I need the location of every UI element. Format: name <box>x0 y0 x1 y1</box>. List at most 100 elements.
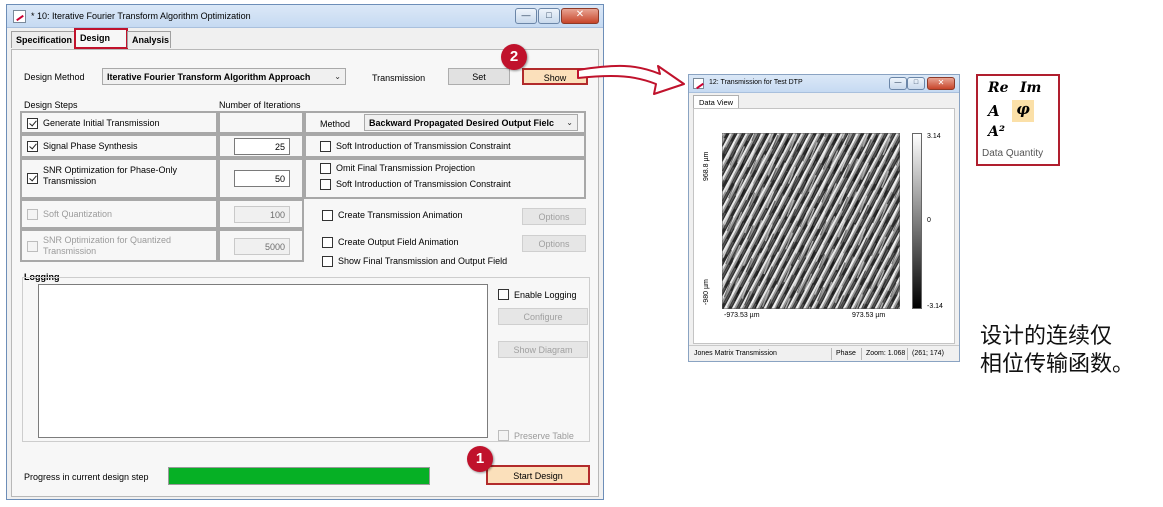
imag-part-button[interactable]: Im <box>1020 80 1041 96</box>
step-badge-1: 1 <box>467 446 493 472</box>
omit-final-checkbox[interactable] <box>320 163 331 174</box>
status-zoom: Zoom: 1.068 <box>866 350 906 357</box>
amplitude-button[interactable]: A <box>988 102 1000 120</box>
view-titlebar[interactable]: 12: Transmission for Test DTP — □ ✕ <box>689 75 959 93</box>
option-label: Soft Introduction of Transmission Constr… <box>336 141 511 151</box>
design-steps-label: Design Steps <box>24 100 78 110</box>
tab-design[interactable]: Design <box>74 28 128 49</box>
show-diagram-button[interactable]: Show Diagram <box>498 341 588 358</box>
iterations-cell: 25 <box>218 134 304 158</box>
step-label: SNR Optimization for Quantized Transmiss… <box>43 235 172 256</box>
start-design-button[interactable]: Start Design <box>486 465 590 485</box>
close-button[interactable]: ✕ <box>561 8 599 24</box>
status-divider <box>907 348 908 360</box>
design-method-value: Iterative Fourier Transform Algorithm Ap… <box>107 72 311 82</box>
log-output[interactable] <box>38 284 488 438</box>
step-checkbox-generate[interactable] <box>27 118 38 129</box>
design-method-select[interactable]: Iterative Fourier Transform Algorithm Ap… <box>102 68 346 85</box>
colorbar <box>912 133 922 309</box>
step-label: SNR Optimization for Phase-Only Transmis… <box>43 165 178 186</box>
transmission-label: Transmission <box>372 73 426 83</box>
iterations-input[interactable]: 100 <box>234 206 290 223</box>
preserve-table-checkbox[interactable] <box>498 430 509 441</box>
y-axis-bottom-label: -980 µm <box>703 279 710 305</box>
method-select[interactable]: Backward Propagated Desired Output Fielc… <box>364 114 578 131</box>
data-quantity-box: Re Im A φ A² Data Quantity <box>976 74 1060 166</box>
y-axis-top-label: 968.8 µm <box>703 151 710 181</box>
view-minimize-button[interactable]: — <box>889 77 907 90</box>
view-close-button[interactable]: ✕ <box>927 77 955 90</box>
annotation-line-2: 相位传输函数。 <box>980 352 1135 377</box>
data-view-panel: 968.8 µm -980 µm -973.53 µm 973.53 µm 3.… <box>693 108 955 344</box>
options-cell: Omit Final Transmission Projection Soft … <box>304 158 586 199</box>
maximize-button[interactable]: □ <box>538 8 560 24</box>
intensity-button[interactable]: A² <box>988 124 1005 140</box>
iterations-input[interactable]: 5000 <box>234 238 290 255</box>
show-final-checkbox[interactable] <box>322 256 333 267</box>
minimize-icon: — <box>894 79 902 86</box>
step-label: Soft Quantization <box>43 209 113 219</box>
output-anim-options-button[interactable]: Options <box>522 235 586 252</box>
colorbar-mid-label: 0 <box>927 217 931 224</box>
app-icon <box>13 10 26 23</box>
connector-arrow <box>577 64 685 95</box>
set-transmission-button[interactable]: Set <box>448 68 510 85</box>
enable-logging-label: Enable Logging <box>514 290 577 300</box>
maximize-icon: □ <box>546 10 552 20</box>
iterations-input[interactable]: 25 <box>234 138 290 155</box>
trans-anim-options-button[interactable]: Options <box>522 208 586 225</box>
options-cell: Method Backward Propagated Desired Outpu… <box>304 111 586 134</box>
step-checkbox-soft-quantization[interactable] <box>27 209 38 220</box>
tab-data-view[interactable]: Data View <box>693 95 740 109</box>
view-maximize-button[interactable]: □ <box>907 77 925 90</box>
configure-button[interactable]: Configure <box>498 308 588 325</box>
status-quantity: Jones Matrix Transmission <box>694 350 777 357</box>
colorbar-max-label: 3.14 <box>927 133 941 140</box>
step-checkbox-signal-phase[interactable] <box>27 141 38 152</box>
step-cell: Generate Initial Transmission <box>20 111 218 134</box>
option-label: Create Transmission Animation <box>338 210 463 220</box>
iterations-input[interactable]: 50 <box>234 170 290 187</box>
minimize-icon: — <box>521 10 531 20</box>
method-label: Method <box>320 119 351 129</box>
phase-map-image[interactable] <box>722 133 900 309</box>
real-part-button[interactable]: Re <box>988 80 1009 96</box>
view-app-icon <box>693 78 704 89</box>
close-icon: ✕ <box>575 9 585 20</box>
option-label: Create Output Field Animation <box>338 237 459 247</box>
tab-specification[interactable]: Specification <box>11 31 75 48</box>
preserve-table-label: Preserve Table <box>514 431 574 441</box>
step-badge-2: 2 <box>501 44 527 70</box>
options-cell: Soft Introduction of Transmission Constr… <box>304 134 586 158</box>
create-output-anim-checkbox[interactable] <box>322 237 333 248</box>
view-window-title: 12: Transmission for Test DTP <box>709 79 803 86</box>
window-title: * 10: Iterative Fourier Transform Algori… <box>31 11 251 21</box>
x-axis-right-label: 973.53 µm <box>852 312 886 319</box>
close-icon: ✕ <box>937 78 945 87</box>
progress-label: Progress in current design step <box>24 472 149 482</box>
step-label: Generate Initial Transmission <box>43 118 160 128</box>
transmission-view-window: 12: Transmission for Test DTP — □ ✕ Data… <box>688 74 960 362</box>
status-divider <box>831 348 832 360</box>
iterations-cell: 5000 <box>218 229 304 262</box>
colorbar-min-label: -3.14 <box>927 303 943 310</box>
phase-button[interactable]: φ <box>1012 100 1034 122</box>
method-value: Backward Propagated Desired Output Fielc <box>369 118 555 128</box>
tab-analysis[interactable]: Analysis <box>127 31 171 48</box>
soft-intro-2-checkbox[interactable] <box>320 179 331 190</box>
enable-logging-checkbox[interactable] <box>498 289 509 300</box>
step-checkbox-snr-phase-only[interactable] <box>27 173 38 184</box>
minimize-button[interactable]: — <box>515 8 537 24</box>
option-label: Omit Final Transmission Projection <box>336 163 476 173</box>
design-progress-bar <box>168 467 430 485</box>
status-divider <box>861 348 862 360</box>
iterations-cell: 50 <box>218 158 304 199</box>
soft-intro-checkbox[interactable] <box>320 141 331 152</box>
chevron-down-icon: ⌄ <box>334 72 341 81</box>
iterations-cell: 100 <box>218 199 304 229</box>
step-checkbox-snr-quantized[interactable] <box>27 241 38 252</box>
main-titlebar[interactable]: * 10: Iterative Fourier Transform Algori… <box>7 5 603 28</box>
create-trans-anim-checkbox[interactable] <box>322 210 333 221</box>
option-label: Show Final Transmission and Output Field <box>338 256 508 266</box>
step-cell: SNR Optimization for Quantized Transmiss… <box>20 229 218 262</box>
